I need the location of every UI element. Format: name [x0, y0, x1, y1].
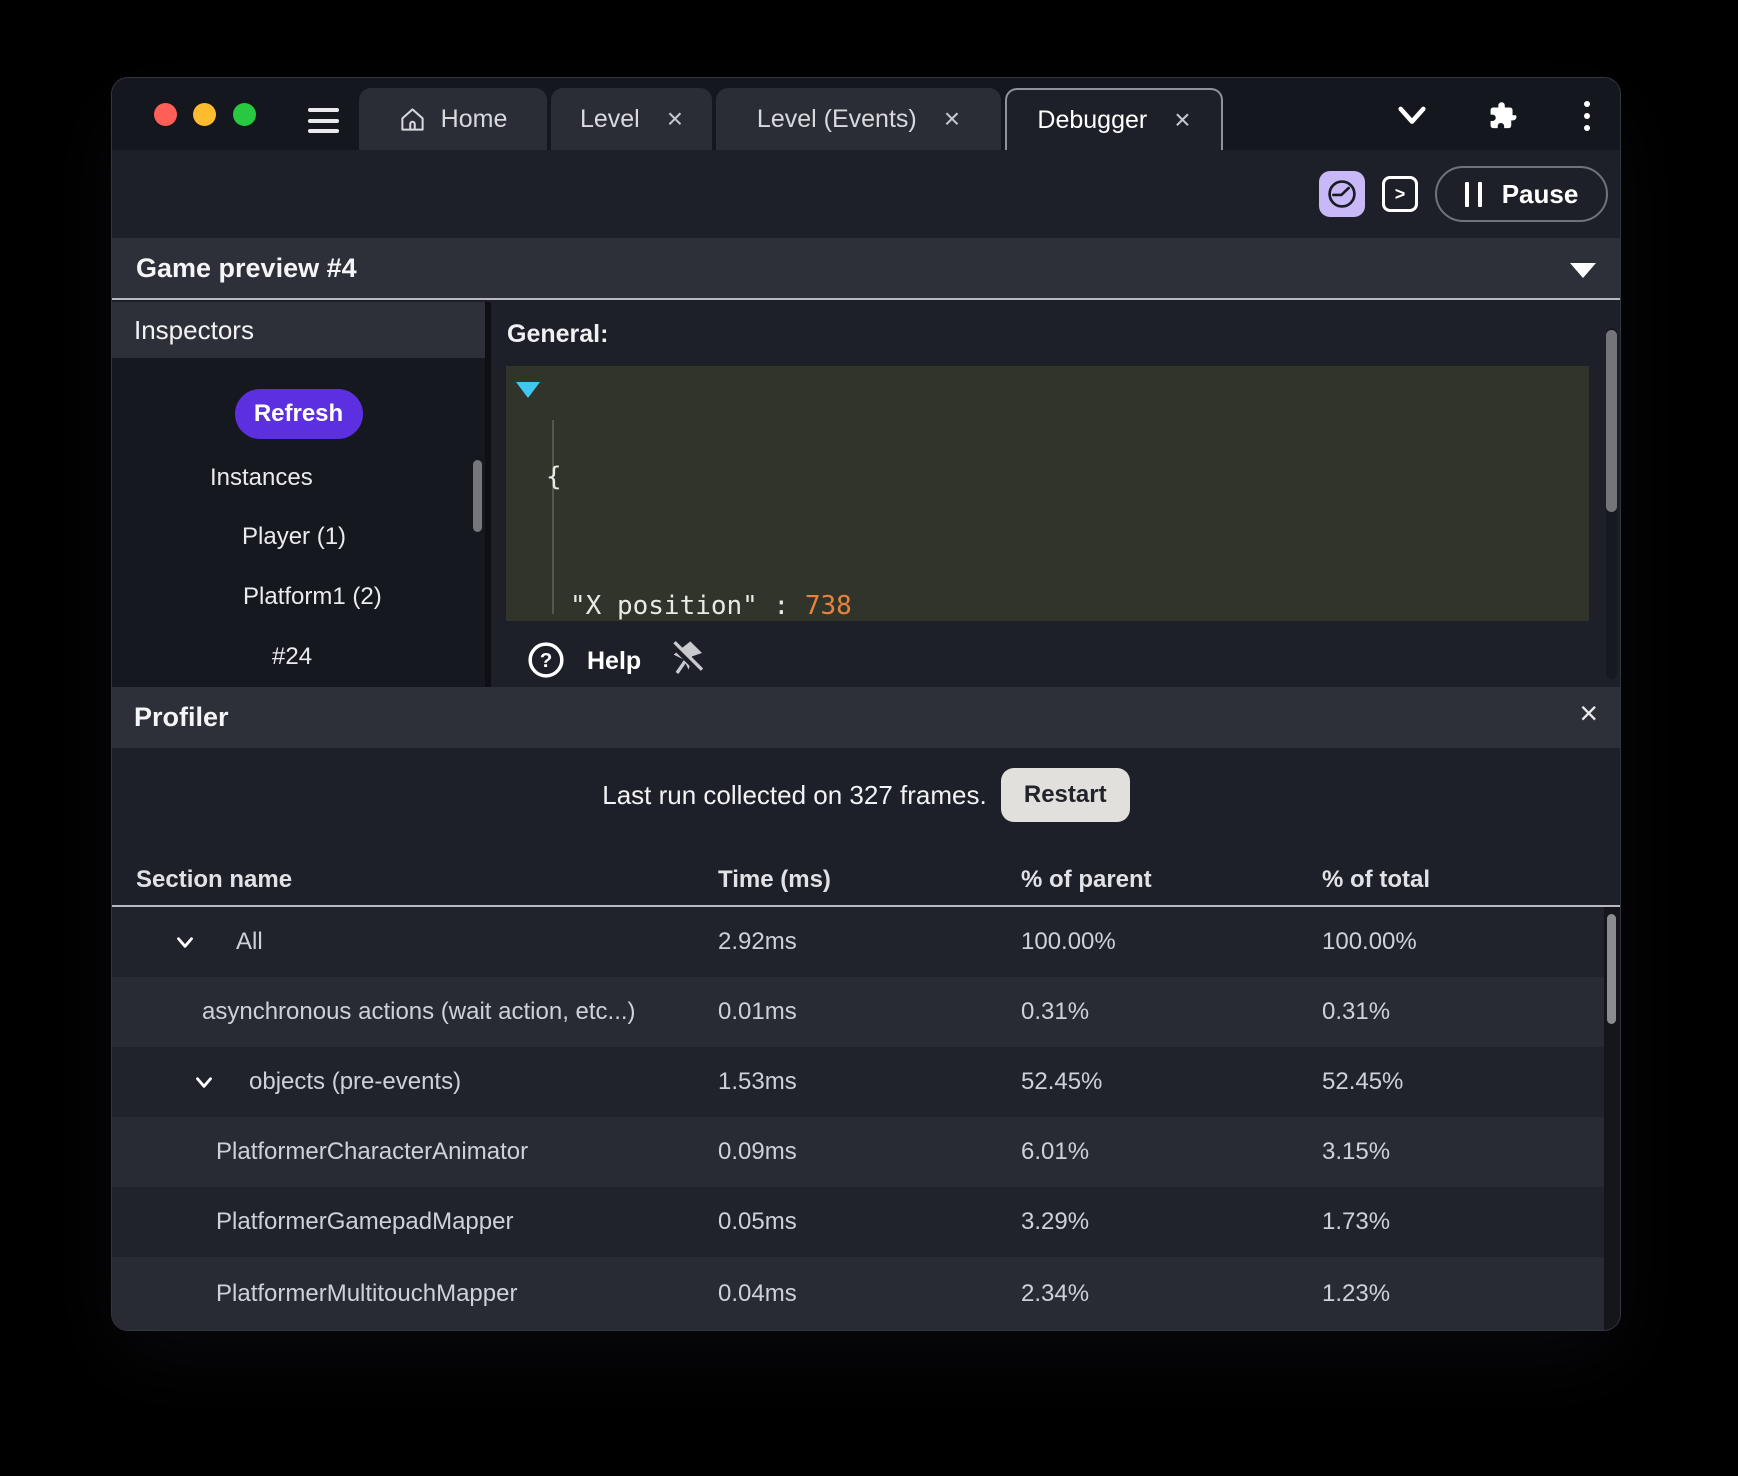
zoom-window-button[interactable]	[233, 103, 256, 126]
pause-button[interactable]: Pause	[1435, 166, 1608, 222]
table-row[interactable]: All 2.92ms 100.00% 100.00%	[112, 907, 1620, 977]
pause-label: Pause	[1501, 178, 1579, 209]
percent-of-parent: 3.29%	[1021, 1208, 1090, 1235]
game-preview-bar[interactable]: Game preview #4	[112, 238, 1620, 300]
chevron-down-icon[interactable]	[172, 929, 198, 955]
close-profiler-icon[interactable]: ×	[1579, 697, 1598, 729]
minimize-window-button[interactable]	[193, 103, 216, 126]
chevron-down-icon[interactable]	[191, 1069, 217, 1095]
time-value: 1.53ms	[718, 1068, 797, 1095]
profiler-header: Profiler ×	[112, 687, 1620, 748]
percent-of-total: 100.00%	[1322, 928, 1417, 955]
hamburger-menu-icon[interactable]	[308, 108, 339, 133]
percent-of-parent: 2.34%	[1021, 1279, 1090, 1307]
section-name: All	[236, 928, 263, 955]
percent-of-parent: 0.31%	[1021, 998, 1090, 1025]
tab-label: Home	[440, 104, 508, 133]
percent-of-parent: 6.01%	[1021, 1138, 1090, 1165]
tree-item-instance-24[interactable]: #24	[272, 643, 312, 671]
json-open-brace: {	[546, 462, 562, 492]
json-entry: "X position" : 738	[570, 591, 852, 621]
help-icon[interactable]: ?	[527, 641, 565, 679]
terminal-prompt-glyph: >	[1394, 183, 1406, 204]
tree-item-platform1[interactable]: Platform1 (2)	[243, 583, 382, 611]
tab-level[interactable]: Level ×	[551, 88, 712, 150]
console-button[interactable]: >	[1382, 176, 1418, 212]
debugger-window: Home Level × Level (Events) × Debugger ×	[112, 78, 1620, 1330]
tab-label: Level	[579, 104, 640, 133]
close-window-button[interactable]	[154, 103, 177, 126]
column-header-section-name: Section name	[136, 866, 293, 893]
section-name: asynchronous actions (wait action, etc..…	[202, 998, 636, 1025]
pause-icon	[1464, 181, 1482, 207]
time-value: 0.04ms	[718, 1279, 797, 1307]
percent-of-total: 1.73%	[1322, 1208, 1391, 1235]
percent-of-parent: 52.45%	[1021, 1068, 1103, 1095]
section-name: PlatformerMultitouchMapper	[216, 1279, 518, 1307]
svg-text:?: ?	[540, 649, 553, 672]
close-tab-icon[interactable]: ×	[944, 105, 960, 133]
table-row[interactable]: PlatformerMultitouchMapper 0.04ms 2.34% …	[112, 1257, 1620, 1330]
time-value: 0.05ms	[718, 1208, 797, 1235]
inspector-area: Inspectors Refresh Instances Player (1) …	[112, 302, 1620, 687]
inspectors-scrollbar[interactable]	[473, 460, 482, 532]
table-row[interactable]: objects (pre-events) 1.53ms 52.45% 52.45…	[112, 1047, 1620, 1117]
profiler-toggle-button[interactable]	[1319, 171, 1365, 217]
percent-of-total: 3.15%	[1322, 1138, 1391, 1165]
general-panel: General: { "X position" : 738 "Y positio…	[491, 302, 1620, 687]
time-value: 2.92ms	[718, 928, 797, 955]
section-name: PlatformerCharacterAnimator	[216, 1138, 529, 1165]
home-icon	[401, 107, 424, 131]
json-content: { "X position" : 738 "Y position" : 459 …	[506, 370, 852, 621]
profiler-status-text: Last run collected on 327 frames.	[602, 779, 987, 810]
tab-home[interactable]: Home	[359, 88, 547, 150]
tab-label: Debugger	[1037, 105, 1148, 134]
tab-label: Level (Events)	[756, 104, 917, 133]
general-title: General:	[507, 320, 609, 348]
gauge-icon	[1328, 180, 1356, 208]
tab-level-events[interactable]: Level (Events) ×	[716, 88, 1001, 150]
restart-button[interactable]: Restart	[1000, 768, 1130, 822]
column-header-percent-total: % of total	[1322, 866, 1430, 893]
table-row[interactable]: asynchronous actions (wait action, etc..…	[112, 977, 1620, 1047]
unpin-icon[interactable]	[667, 636, 707, 680]
section-name: PlatformerGamepadMapper	[216, 1208, 514, 1235]
inspectors-header: Inspectors	[112, 302, 485, 358]
tree-item-player[interactable]: Player (1)	[242, 523, 346, 551]
puzzle-extension-icon[interactable]	[1488, 101, 1519, 132]
titlebar: Home Level × Level (Events) × Debugger ×	[112, 78, 1620, 150]
percent-of-total: 0.31%	[1322, 998, 1391, 1025]
profiler-status-row: Last run collected on 327 frames. Restar…	[112, 768, 1620, 822]
table-row[interactable]: PlatformerCharacterAnimator 0.09ms 6.01%…	[112, 1117, 1620, 1187]
properties-json-view: { "X position" : 738 "Y position" : 459 …	[506, 366, 1589, 621]
debugger-toolbar: > Pause	[112, 150, 1620, 238]
column-header-percent-parent: % of parent	[1021, 866, 1152, 893]
section-name: objects (pre-events)	[249, 1068, 462, 1095]
profiler-body: Last run collected on 327 frames. Restar…	[112, 748, 1620, 1330]
inspectors-panel: Inspectors Refresh Instances Player (1) …	[112, 302, 485, 687]
kebab-menu-icon[interactable]	[1584, 101, 1590, 131]
profiler-title: Profiler	[134, 702, 229, 732]
close-tab-icon[interactable]: ×	[667, 105, 683, 133]
dropdown-caret-icon[interactable]	[1570, 263, 1596, 278]
general-scrollbar[interactable]	[1606, 330, 1617, 512]
game-preview-title: Game preview #4	[136, 252, 357, 283]
chevron-down-icon[interactable]	[1395, 103, 1429, 129]
column-header-time: Time (ms)	[718, 866, 831, 893]
percent-of-parent: 100.00%	[1021, 928, 1116, 955]
profiler-scrollbar[interactable]	[1607, 914, 1616, 1024]
percent-of-total: 52.45%	[1322, 1068, 1404, 1095]
time-value: 0.01ms	[718, 998, 797, 1025]
percent-of-total: 1.23%	[1322, 1279, 1391, 1307]
help-link[interactable]: Help	[587, 647, 641, 676]
time-value: 0.09ms	[718, 1138, 797, 1165]
tree-item-instances[interactable]: Instances	[210, 464, 313, 492]
json-key: "X position"	[570, 591, 758, 621]
json-value: 738	[804, 591, 852, 621]
refresh-button[interactable]: Refresh	[234, 389, 363, 439]
tab-debugger[interactable]: Debugger ×	[1005, 88, 1223, 150]
close-tab-icon[interactable]: ×	[1174, 106, 1190, 134]
table-row[interactable]: PlatformerGamepadMapper 0.05ms 3.29% 1.7…	[112, 1187, 1620, 1257]
tab-bar: Home Level × Level (Events) × Debugger ×	[359, 88, 1227, 150]
